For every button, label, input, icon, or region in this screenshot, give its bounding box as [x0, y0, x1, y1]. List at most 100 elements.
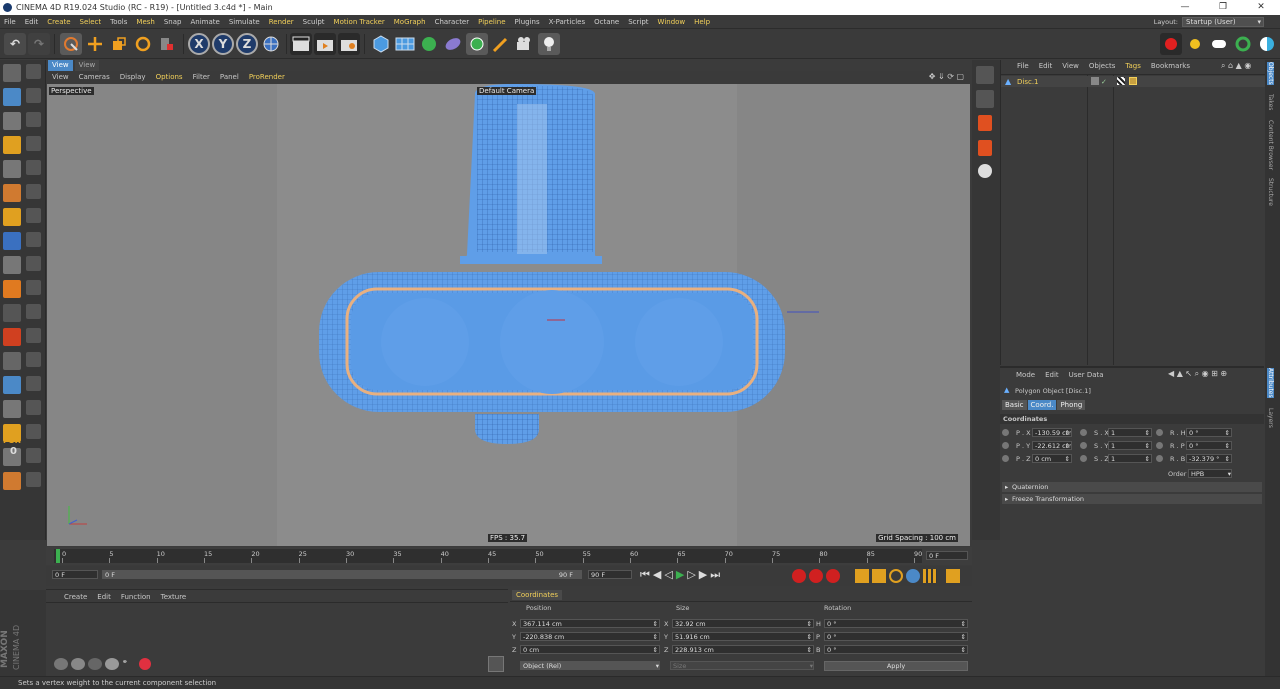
help-icon[interactable] [139, 658, 151, 670]
position-z-field[interactable]: 0 cm ⇕ [1032, 454, 1072, 463]
stepper-arrows-icon[interactable]: ⇕ [1065, 455, 1070, 462]
current-frame-field[interactable]: 0 F [926, 551, 968, 560]
sphere-icon[interactable] [978, 164, 992, 178]
sync-button[interactable] [1232, 33, 1254, 55]
stepper-arrows-icon[interactable]: ⇕ [1065, 442, 1070, 449]
viewport-menu-options[interactable]: Options [156, 73, 183, 81]
position-x-field[interactable]: -130.59 cm ⇕ [1032, 428, 1072, 437]
left-subtool-icon[interactable] [26, 352, 41, 367]
menu-animate[interactable]: Animate [190, 18, 219, 26]
material-menu-function[interactable]: Function [121, 593, 151, 601]
object-menu-tags[interactable]: Tags [1125, 62, 1141, 70]
object-name[interactable]: Disc.1 [1017, 78, 1039, 86]
apply-button[interactable]: Apply [824, 661, 968, 671]
material-shortcut-icon[interactable] [488, 656, 504, 672]
menu-snap[interactable]: Snap [164, 18, 182, 26]
left-tool-icon[interactable] [3, 328, 21, 346]
left-tool-icon[interactable] [3, 184, 21, 202]
cube-button[interactable] [370, 33, 392, 55]
display-toggle-button[interactable] [1256, 33, 1278, 55]
stepper-arrows-icon[interactable]: ⇕ [1145, 442, 1150, 449]
previous-key-icon[interactable]: ◀ [653, 568, 661, 582]
radio-icon[interactable] [1080, 429, 1087, 436]
x-axis-lock-button[interactable]: X [188, 33, 210, 55]
object-menu-objects[interactable]: Objects [1089, 62, 1115, 70]
viewport-nav-icons[interactable]: ✥ ⇓ ⟳ ▢ [929, 72, 964, 81]
bone-tool-icon[interactable] [976, 90, 994, 108]
menu-octane[interactable]: Octane [594, 18, 619, 26]
viewport-menu-prorender[interactable]: ProRender [249, 73, 285, 81]
menu-help[interactable]: Help [694, 18, 710, 26]
redo-button[interactable]: ↷ [28, 33, 50, 55]
left-tool-icon[interactable] [3, 136, 21, 154]
coord-position-z-field[interactable]: 0 cm ⇕ [520, 645, 660, 654]
record-keys-icon[interactable] [792, 569, 806, 583]
next-key-icon[interactable]: ▶ [699, 568, 707, 582]
coord-rotation-y-field[interactable]: 0 ° ⇕ [824, 632, 968, 641]
left-subtool-icon[interactable] [26, 184, 41, 199]
material-menu-create[interactable]: Create [64, 593, 87, 601]
checker-tag-icon[interactable] [1117, 77, 1125, 85]
tab-structure[interactable]: Structure [1267, 178, 1274, 206]
tab-objects[interactable]: Objects [1267, 62, 1274, 85]
y-axis-lock-button[interactable]: Y [212, 33, 234, 55]
rotation-y-field[interactable]: 0 ° ⇕ [1186, 441, 1232, 450]
viewport-menu-display[interactable]: Display [120, 73, 146, 81]
left-tool-icon[interactable] [3, 64, 21, 82]
left-subtool-icon[interactable] [26, 472, 41, 487]
layout-dropdown[interactable]: Startup (User) ▾ [1182, 17, 1264, 27]
octane-button[interactable] [1208, 33, 1230, 55]
stepper-arrows-icon[interactable]: ⇕ [961, 620, 966, 627]
scale-x-field[interactable]: 1 ⇕ [1108, 428, 1152, 437]
stepper-arrows-icon[interactable]: ⇕ [1225, 455, 1230, 462]
sphere-preview-icon[interactable] [71, 658, 85, 670]
menu-motion-tracker[interactable]: Motion Tracker [334, 18, 385, 26]
left-subtool-icon[interactable] [26, 280, 41, 295]
left-tool-icon[interactable] [3, 256, 21, 274]
visibility-icon[interactable] [1091, 77, 1099, 85]
viewport-menu-panel[interactable]: Panel [220, 73, 239, 81]
material-menu-edit[interactable]: Edit [97, 593, 111, 601]
timeline-window-icon[interactable] [946, 569, 960, 583]
left-subtool-icon[interactable] [26, 448, 41, 463]
check-icon[interactable]: ✓ [1101, 78, 1107, 86]
viewport-menu-filter[interactable]: Filter [193, 73, 210, 81]
render-settings-button[interactable] [338, 33, 360, 55]
quaternion-section[interactable]: ▸ Quaternion [1002, 482, 1262, 492]
left-subtool-icon[interactable] [26, 256, 41, 271]
range-slider[interactable]: 0 F 90 F [102, 570, 582, 579]
left-subtool-icon[interactable] [26, 88, 41, 103]
object-menu-file[interactable]: File [1017, 62, 1029, 70]
radio-icon[interactable] [1002, 429, 1009, 436]
left-tool-icon[interactable] [3, 352, 21, 370]
stepper-arrows-icon[interactable]: ⇕ [807, 620, 812, 627]
key-rotation-icon[interactable] [889, 569, 903, 583]
object-tool-icon[interactable] [976, 66, 994, 84]
stepper-arrows-icon[interactable]: ⇕ [653, 646, 658, 653]
stepper-arrows-icon[interactable]: ⇕ [1145, 429, 1150, 436]
3d-viewport[interactable]: Perspective Default Camera FPS : 35.7 Gr… [47, 84, 970, 546]
menu-character[interactable]: Character [435, 18, 470, 26]
camera-button[interactable] [514, 33, 536, 55]
stepper-arrows-icon[interactable]: ⇕ [1145, 455, 1150, 462]
menu-sculpt[interactable]: Sculpt [303, 18, 325, 26]
coordinate-system-button[interactable] [260, 33, 282, 55]
left-tool-icon[interactable] [3, 88, 21, 106]
radio-icon[interactable] [1156, 429, 1163, 436]
deformer-button[interactable] [442, 33, 464, 55]
menu-create[interactable]: Create [47, 18, 70, 26]
attribute-menu-user-data[interactable]: User Data [1069, 371, 1104, 379]
stepper-arrows-icon[interactable]: ⇕ [1225, 442, 1230, 449]
play-icon[interactable]: ▶ [676, 568, 684, 582]
coord-size-y-field[interactable]: 51.916 cm ⇕ [672, 632, 814, 641]
left-subtool-icon[interactable] [26, 328, 41, 343]
tab-attributes[interactable]: Attributes [1267, 368, 1274, 398]
start-frame-field[interactable]: 0 F [52, 570, 98, 579]
sphere-preview-icon[interactable] [54, 658, 68, 670]
tab-content-browser[interactable]: Content Browser [1267, 120, 1274, 170]
coord-rotation-z-field[interactable]: 0 ° ⇕ [824, 645, 968, 654]
rotation-z-field[interactable]: -32.379 ° ⇕ [1186, 454, 1232, 463]
left-subtool-icon[interactable] [26, 376, 41, 391]
order-dropdown[interactable]: HPB ▾ [1188, 469, 1232, 478]
object-row-disc[interactable]: ▲ Disc.1 ✓ [1001, 76, 1265, 87]
